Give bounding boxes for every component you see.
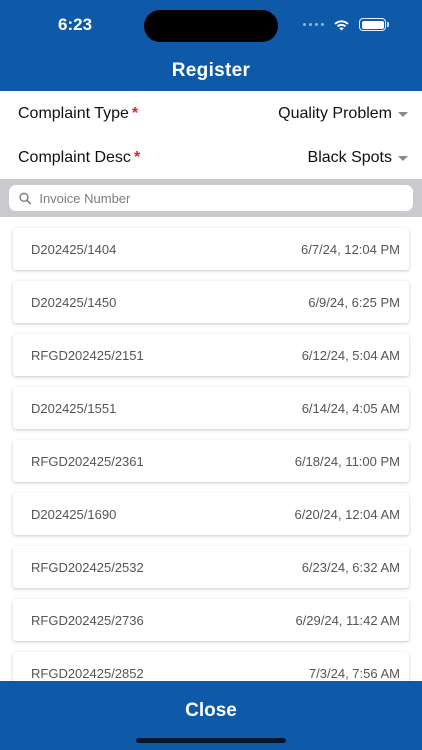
chevron-down-icon (398, 111, 408, 117)
invoice-row[interactable]: D202425/1404 6/7/24, 12:04 PM (13, 228, 409, 270)
invoice-date: 6/7/24, 12:04 PM (300, 241, 400, 257)
complaint-desc-value: Black Spots (307, 149, 392, 166)
invoice-number: D202425/1690 (31, 506, 117, 522)
status-time: 6:23 (58, 15, 93, 34)
invoice-row[interactable]: RFGD202425/2151 6/12/24, 5:04 AM (13, 334, 409, 376)
required-mark: * (131, 105, 139, 122)
complaint-type-value: Quality Problem (278, 105, 392, 122)
complaint-type-label-wrap: Complaint Type * (18, 105, 138, 123)
invoice-date: 6/23/24, 6:32 AM (301, 559, 400, 575)
invoice-number: RFGD202425/2361 (31, 453, 144, 469)
invoice-row[interactable]: D202425/1551 6/14/24, 4:05 AM (13, 387, 409, 429)
complaint-desc-label: Complaint Desc (18, 149, 131, 166)
required-mark: * (133, 149, 141, 166)
invoice-date: 6/29/24, 11:42 AM (295, 612, 400, 628)
invoice-row[interactable]: RFGD202425/2736 6/29/24, 11:42 AM (13, 599, 409, 641)
search-box[interactable] (9, 185, 413, 211)
invoice-number: D202425/1404 (31, 241, 117, 257)
invoice-date: 6/18/24, 11:00 PM (294, 453, 400, 469)
invoice-number: RFGD202425/2532 (31, 559, 144, 575)
invoice-row[interactable]: D202425/1450 6/9/24, 6:25 PM (13, 281, 409, 323)
invoice-row[interactable]: RFGD202425/2532 6/23/24, 6:32 AM (13, 546, 409, 588)
invoice-search-input[interactable] (39, 190, 413, 206)
complaint-type-label: Complaint Type (18, 105, 129, 122)
invoice-number: RFGD202425/2852 (31, 665, 144, 681)
complaint-desc-label-wrap: Complaint Desc * (18, 149, 140, 167)
invoice-row[interactable]: RFGD202425/2852 7/3/24, 7:56 AM (13, 652, 409, 681)
close-button[interactable]: Close (0, 681, 422, 741)
status-icons (303, 18, 389, 31)
complaint-desc-select[interactable]: Black Spots (308, 149, 408, 167)
invoice-number: RFGD202425/2151 (31, 347, 144, 363)
home-indicator[interactable] (136, 738, 286, 743)
search-icon (19, 192, 32, 204)
search-bar (0, 179, 422, 217)
complaint-type-select[interactable]: Quality Problem (278, 105, 408, 123)
battery-icon (359, 18, 389, 31)
cellular-icon (303, 23, 324, 26)
invoice-row[interactable]: D202425/1690 6/20/24, 12:04 AM (13, 493, 409, 535)
invoice-date: 7/3/24, 7:56 AM (308, 665, 400, 681)
invoice-row[interactable]: RFGD202425/2361 6/18/24, 11:00 PM (13, 440, 409, 482)
dynamic-island (144, 10, 278, 42)
wifi-icon (334, 19, 349, 30)
invoice-number: D202425/1551 (31, 400, 117, 416)
header-bar: 6:23 Register (0, 0, 422, 91)
invoice-date: 6/20/24, 12:04 AM (294, 506, 400, 522)
invoice-date: 6/12/24, 5:04 AM (301, 347, 400, 363)
invoice-date: 6/14/24, 4:05 AM (301, 400, 400, 416)
chevron-down-icon (398, 155, 408, 161)
invoice-list[interactable]: D202425/1404 6/7/24, 12:04 PM D202425/14… (0, 217, 422, 681)
complaint-type-row[interactable]: Complaint Type * Quality Problem (0, 92, 422, 136)
footer-bar: Close (0, 681, 422, 750)
complaint-desc-row[interactable]: Complaint Desc * Black Spots (0, 136, 422, 180)
invoice-number: RFGD202425/2736 (31, 612, 144, 628)
invoice-number: D202425/1450 (31, 294, 117, 310)
invoice-date: 6/9/24, 6:25 PM (308, 294, 400, 310)
page-title: Register (171, 60, 251, 81)
